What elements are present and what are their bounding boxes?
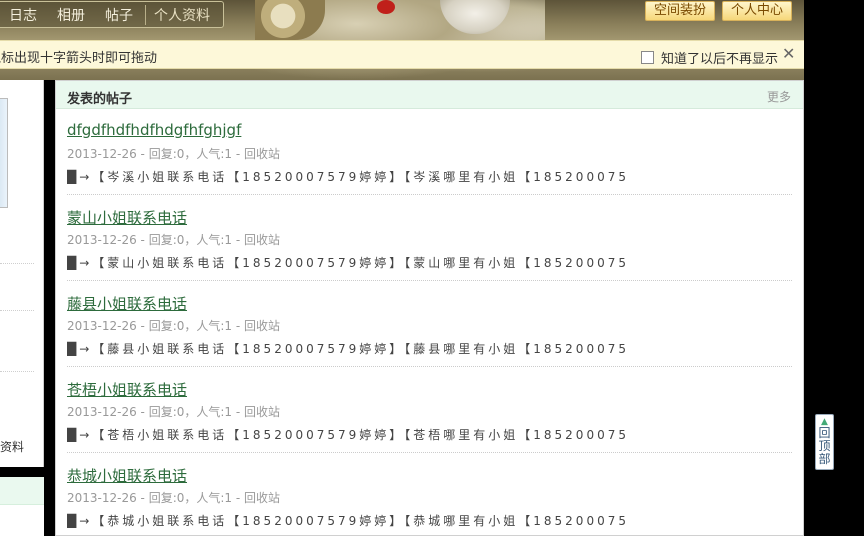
- drag-tip-text: 鼠标出现十字箭头时即可拖动: [0, 51, 158, 66]
- post-item: 藤县小姐联系电话 2013-12-26 - 回复:0，人气:1 - 回收站 █→…: [67, 281, 792, 367]
- left-sidebar: 多资料: [0, 80, 44, 467]
- dont-show-again[interactable]: 知道了以后不再显示: [641, 48, 778, 67]
- post-snippet: █→【恭城小姐联系电话【18520007579婷婷】【恭城哪里有小姐【18520…: [67, 514, 629, 528]
- post-snippet: █→【藤县小姐联系电话【18520007579婷婷】【藤县哪里有小姐【18520…: [67, 342, 629, 356]
- space-decorate-button[interactable]: 空间装扮: [645, 1, 716, 21]
- drag-tip-bar: 鼠标出现十字箭头时即可拖动 知道了以后不再显示 ✕: [0, 40, 804, 69]
- nav-item-blog[interactable]: 日志: [1, 5, 49, 25]
- divider: [0, 263, 34, 264]
- divider: [0, 310, 34, 311]
- nav-item-album[interactable]: 相册: [49, 5, 97, 25]
- banner-log-image: [255, 0, 325, 40]
- post-title-link[interactable]: dfgdfhdfhdfhdgfhfghjgf: [67, 121, 241, 139]
- posts-panel-header: 发表的帖子 更多: [56, 81, 803, 109]
- sidebar-panel-header: [0, 477, 44, 505]
- post-meta: 2013-12-26 - 回复:0，人气:1 - 回收站: [67, 233, 281, 247]
- banner-bunny-image: [440, 0, 510, 34]
- post-meta: 2013-12-26 - 回复:0，人气:1 - 回收站: [67, 491, 281, 505]
- divider: [0, 371, 34, 372]
- post-item: dfgdfhdfhdfhdgfhfghjgf 2013-12-26 - 回复:0…: [67, 109, 792, 195]
- nav-item-posts[interactable]: 帖子: [97, 5, 145, 25]
- posts-panel: 发表的帖子 更多 dfgdfhdfhdfhdgfhfghjgf 2013-12-…: [55, 80, 804, 536]
- post-meta: 2013-12-26 - 回复:0，人气:1 - 回收站: [67, 319, 281, 333]
- left-sidebar-lower: [0, 477, 44, 536]
- more-info-link[interactable]: 多资料: [0, 438, 24, 455]
- post-item: 恭城小姐联系电话 2013-12-26 - 回复:0，人气:1 - 回收站 █→…: [67, 453, 792, 536]
- dont-show-again-checkbox[interactable]: [641, 51, 654, 64]
- nav-item-profile[interactable]: 个人资料: [145, 4, 222, 25]
- banner-flower-image: [377, 0, 395, 14]
- post-snippet: █→【岑溪小姐联系电话【18520007579婷婷】【岑溪哪里有小姐【18520…: [67, 170, 629, 184]
- post-item: 苍梧小姐联系电话 2013-12-26 - 回复:0，人气:1 - 回收站 █→…: [67, 367, 792, 453]
- close-icon[interactable]: ✕: [782, 44, 795, 63]
- personal-center-button[interactable]: 个人中心: [722, 1, 793, 21]
- avatar[interactable]: [0, 98, 8, 208]
- post-title-link[interactable]: 恭城小姐联系电话: [67, 465, 187, 486]
- post-item: 蒙山小姐联系电话 2013-12-26 - 回复:0，人气:1 - 回收站 █→…: [67, 195, 792, 281]
- post-title-link[interactable]: 藤县小姐联系电话: [67, 293, 187, 314]
- post-meta: 2013-12-26 - 回复:0，人气:1 - 回收站: [67, 405, 281, 419]
- post-title-link[interactable]: 蒙山小姐联系电话: [67, 207, 187, 228]
- post-title-link[interactable]: 苍梧小姐联系电话: [67, 379, 187, 400]
- panel-title: 发表的帖子: [67, 92, 133, 107]
- dont-show-again-label[interactable]: 知道了以后不再显示: [661, 48, 778, 67]
- post-snippet: █→【蒙山小姐联系电话【18520007579婷婷】【蒙山哪里有小姐【18520…: [67, 256, 629, 270]
- top-nav: 日志 相册 帖子 个人资料: [0, 1, 224, 28]
- back-to-top-label: 回顶部: [818, 426, 831, 466]
- back-to-top-button[interactable]: ▲ 回顶部: [815, 414, 834, 470]
- more-link[interactable]: 更多: [767, 88, 791, 105]
- post-snippet: █→【苍梧小姐联系电话【18520007579婷婷】【苍梧哪里有小姐【18520…: [67, 428, 629, 442]
- post-meta: 2013-12-26 - 回复:0，人气:1 - 回收站: [67, 147, 281, 161]
